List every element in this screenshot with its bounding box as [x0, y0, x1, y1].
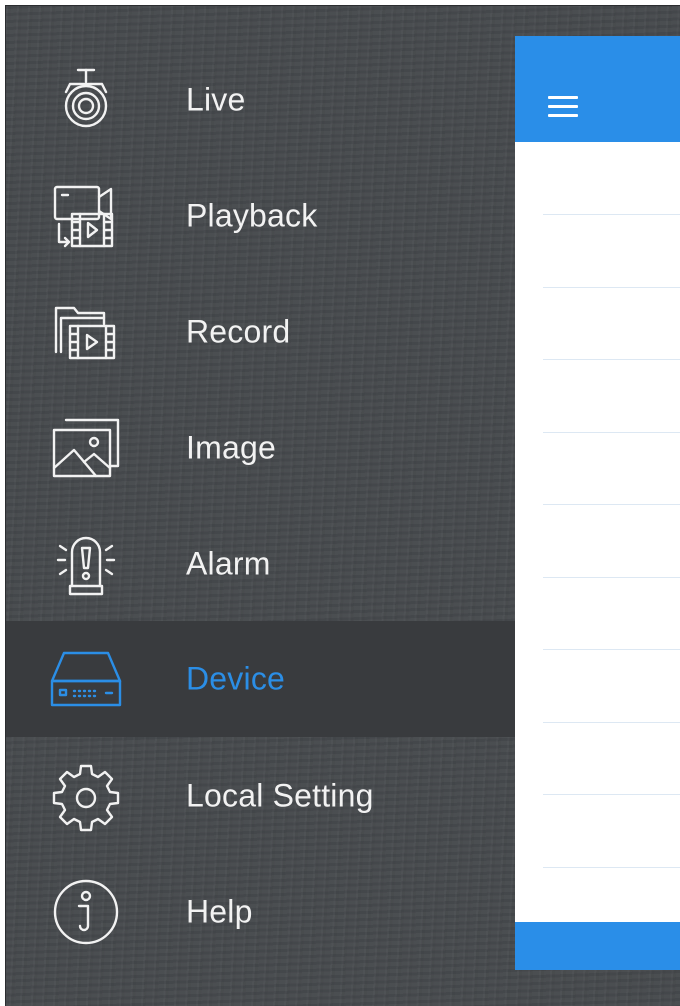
list-divider	[543, 287, 680, 288]
menu-item-alarm[interactable]: Alarm	[6, 506, 515, 622]
panel-header	[515, 36, 680, 142]
playback-icon	[48, 178, 124, 254]
app-frame: Live Playback Record Image Alarm Device …	[5, 5, 680, 1006]
list-divider	[543, 432, 680, 433]
menu-label-image: Image	[186, 429, 276, 466]
image-icon	[48, 410, 124, 486]
side-menu: Live Playback Record Image Alarm Device …	[6, 6, 515, 1006]
menu-item-local-setting[interactable]: Local Setting	[6, 738, 515, 854]
camera-icon	[48, 62, 124, 138]
record-folder-icon	[48, 294, 124, 370]
menu-label-alarm: Alarm	[186, 545, 271, 582]
device-dvr-icon	[48, 641, 124, 717]
info-icon	[48, 874, 124, 950]
menu-label-help: Help	[186, 893, 253, 930]
list-divider	[543, 214, 680, 215]
list-divider	[543, 577, 680, 578]
hamburger-menu-icon[interactable]	[548, 96, 578, 118]
main-panel-peek[interactable]	[515, 36, 680, 970]
menu-item-image[interactable]: Image	[6, 390, 515, 506]
list-divider	[543, 504, 680, 505]
alarm-icon	[48, 526, 124, 602]
menu-label-record: Record	[186, 313, 291, 350]
menu-label-live: Live	[186, 81, 246, 118]
menu-label-device: Device	[186, 660, 286, 697]
menu-item-live[interactable]: Live	[6, 42, 515, 158]
menu-item-playback[interactable]: Playback	[6, 158, 515, 274]
menu-label-local-setting: Local Setting	[186, 777, 374, 814]
menu-item-device[interactable]: Device	[6, 621, 515, 737]
list-divider	[543, 794, 680, 795]
list-divider	[543, 722, 680, 723]
gear-icon	[48, 758, 124, 834]
panel-footer-bar	[515, 922, 680, 970]
menu-label-playback: Playback	[186, 197, 318, 234]
list-divider	[543, 359, 680, 360]
list-divider	[543, 867, 680, 868]
menu-item-help[interactable]: Help	[6, 854, 515, 970]
list-divider	[543, 649, 680, 650]
menu-item-record[interactable]: Record	[6, 274, 515, 390]
